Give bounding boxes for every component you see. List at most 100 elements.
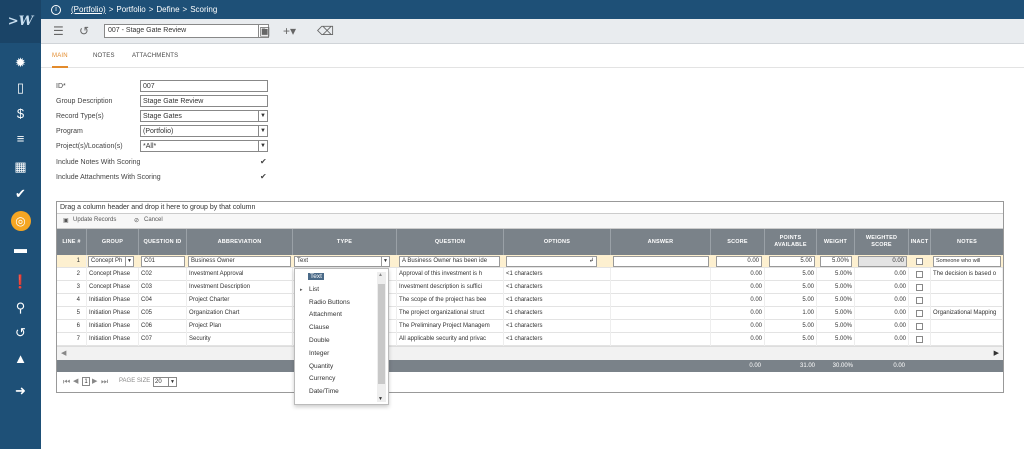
page-number-input[interactable]: 1 <box>82 377 90 386</box>
bars-icon[interactable]: ≡ <box>0 128 41 148</box>
col-type[interactable]: TYPE <box>293 229 397 255</box>
options-input[interactable]: ↲ <box>506 256 597 267</box>
group-panel[interactable]: Drag a column header and drop it here to… <box>57 202 1003 214</box>
breadcrumb-portfolio-link[interactable]: (Portfolio) <box>71 5 106 14</box>
update-records-button[interactable]: Update Records <box>73 217 116 223</box>
trash-icon[interactable]: ⌫ <box>317 24 334 38</box>
dropdown-scrollbar-thumb[interactable] <box>378 284 385 384</box>
description-field[interactable]: Stage Gate Review <box>140 95 268 107</box>
building-icon[interactable]: ▦ <box>0 157 41 177</box>
table-row[interactable]: 6 Initiation Phase C06 Project Plan The Prel… <box>57 320 1003 333</box>
include-notes-checkbox[interactable]: ✔ <box>260 158 268 166</box>
col-score[interactable]: SCORE <box>711 229 765 255</box>
history-icon[interactable]: ↺ <box>79 24 89 38</box>
scroll-down-icon[interactable]: ▼ <box>378 396 383 402</box>
col-question[interactable]: QUESTION <box>397 229 504 255</box>
table-row[interactable]: 4 Initiation Phase C04 Project Charter The s… <box>57 294 1003 307</box>
question-input[interactable]: A Business Owner has been ide <box>399 256 500 267</box>
col-weight[interactable]: WEIGHT <box>817 229 855 255</box>
next-page-icon[interactable]: ▶ <box>92 377 97 385</box>
chevron-down-icon[interactable]: ▼ <box>258 111 267 121</box>
col-inactive[interactable]: INACT <box>909 229 931 255</box>
dropdown-option[interactable]: Date/Time <box>309 388 339 395</box>
col-answer[interactable]: ANSWER <box>611 229 711 255</box>
chevron-down-icon[interactable]: ▼ <box>168 378 176 386</box>
last-page-icon[interactable]: ⏭ <box>101 377 108 387</box>
scroll-left-icon[interactable]: ◀ <box>61 349 66 357</box>
col-group[interactable]: GROUP <box>87 229 139 255</box>
dropdown-option[interactable]: Radio Buttons <box>309 299 350 306</box>
tab-attachments[interactable]: ATTACHMENTS <box>132 44 178 68</box>
score-input[interactable]: 0.00 <box>716 256 762 267</box>
inactive-checkbox[interactable] <box>916 336 923 343</box>
id-field[interactable]: 007 <box>140 80 268 92</box>
dropdown-option[interactable]: Text <box>308 273 324 280</box>
dropdown-option[interactable]: Clause <box>309 324 329 331</box>
prev-page-icon[interactable]: ◀ <box>73 377 78 385</box>
add-icon[interactable]: +▾ <box>283 24 296 38</box>
inactive-checkbox[interactable] <box>916 297 923 304</box>
col-options[interactable]: OPTIONS <box>504 229 611 255</box>
include-attachments-checkbox[interactable]: ✔ <box>260 173 268 181</box>
inactive-checkbox[interactable] <box>916 258 923 265</box>
dropdown-option[interactable]: Quantity <box>309 363 333 370</box>
answer-input[interactable] <box>613 256 709 267</box>
cancel-icon[interactable]: ⊘ <box>134 217 139 224</box>
lightbulb-icon[interactable]: ✹ <box>0 53 41 73</box>
history-icon[interactable]: ↺ <box>0 323 41 343</box>
expand-icon[interactable]: ↲ <box>589 257 594 266</box>
chevron-down-icon[interactable]: ▼ <box>125 257 133 266</box>
list-icon[interactable]: ☰ <box>53 24 64 38</box>
inactive-checkbox[interactable] <box>916 310 923 317</box>
dropdown-option[interactable]: Double <box>309 337 330 344</box>
first-page-icon[interactable]: ⏮ <box>63 377 70 387</box>
chevron-down-icon[interactable]: ▼ <box>381 257 389 266</box>
col-abbreviation[interactable]: ABBREVIATION <box>187 229 293 255</box>
graduation-icon[interactable]: ▲ <box>0 348 41 368</box>
col-notes[interactable]: NOTES <box>931 229 1003 255</box>
table-row-edit[interactable]: 1 Concept Ph ▼ C01 Business Owner Text ▼ A… <box>57 255 1003 268</box>
cancel-button[interactable]: Cancel <box>144 217 163 223</box>
tab-main[interactable]: MAIN <box>52 44 68 68</box>
table-row[interactable]: 5 Initiation Phase C05 Organization Chart Th… <box>57 307 1003 320</box>
logout-icon[interactable]: ➜ <box>0 381 41 401</box>
alert-icon[interactable]: ❗ <box>0 272 41 292</box>
save-icon[interactable]: ▣ <box>63 217 69 224</box>
table-row[interactable]: 2 Concept Phase C02 Investment Approval Appr… <box>57 268 1003 281</box>
briefcase-icon[interactable]: ▬ <box>0 238 41 258</box>
col-points[interactable]: POINTS AVAILABLE <box>765 229 817 255</box>
inactive-checkbox[interactable] <box>916 323 923 330</box>
checkmark-icon[interactable]: ✔ <box>0 184 41 204</box>
scroll-up-icon[interactable]: ▲ <box>378 272 383 278</box>
weight-input[interactable]: 5.00% <box>820 256 852 267</box>
inactive-checkbox[interactable] <box>916 284 923 291</box>
dropdown-option[interactable]: List <box>309 286 319 293</box>
record-type-select[interactable]: Stage Gates ▼ <box>140 110 268 122</box>
document-icon[interactable]: ▯ <box>0 78 41 98</box>
tab-notes[interactable]: NOTES <box>93 44 115 68</box>
col-question-id[interactable]: QUESTION ID <box>139 229 187 255</box>
program-select[interactable]: (Portfolio) ▼ <box>140 125 268 137</box>
points-input[interactable]: 5.00 <box>769 256 815 267</box>
type-dropdown-list[interactable]: ▲ ▼ ▸ Text List Radio Buttons Attachment Cla… <box>294 268 389 405</box>
dropdown-scrollbar[interactable]: ▲ ▼ <box>377 272 386 402</box>
chevron-down-icon[interactable]: ▼ <box>258 126 267 136</box>
type-select[interactable]: Text ▼ <box>294 256 390 267</box>
col-line[interactable]: LINE # <box>57 229 87 255</box>
table-row[interactable]: 3 Concept Phase C03 Investment Description I… <box>57 281 1003 294</box>
page-size-select[interactable]: 20 ▼ <box>153 377 177 387</box>
save-icon[interactable]: ▣ <box>259 24 270 38</box>
table-row[interactable]: 7 Initiation Phase C07 Security All applicab… <box>57 333 1003 346</box>
notes-input[interactable]: Someone who will <box>933 256 1001 267</box>
dropdown-option[interactable]: Attachment <box>309 311 342 318</box>
question-id-input[interactable]: C01 <box>141 256 185 267</box>
dropdown-option[interactable]: Currency <box>309 375 335 382</box>
projects-select[interactable]: *All* ▼ <box>140 140 268 152</box>
info-icon[interactable]: i <box>51 4 61 15</box>
chevron-down-icon[interactable]: ▼ <box>258 141 267 151</box>
globe-icon[interactable]: ◎ <box>0 211 41 231</box>
horizontal-scrollbar[interactable]: ◀ ▶ <box>57 346 1003 360</box>
inactive-checkbox[interactable] <box>916 271 923 278</box>
dollar-icon[interactable]: $ <box>0 103 41 123</box>
search-icon[interactable]: ⚲ <box>0 298 41 318</box>
